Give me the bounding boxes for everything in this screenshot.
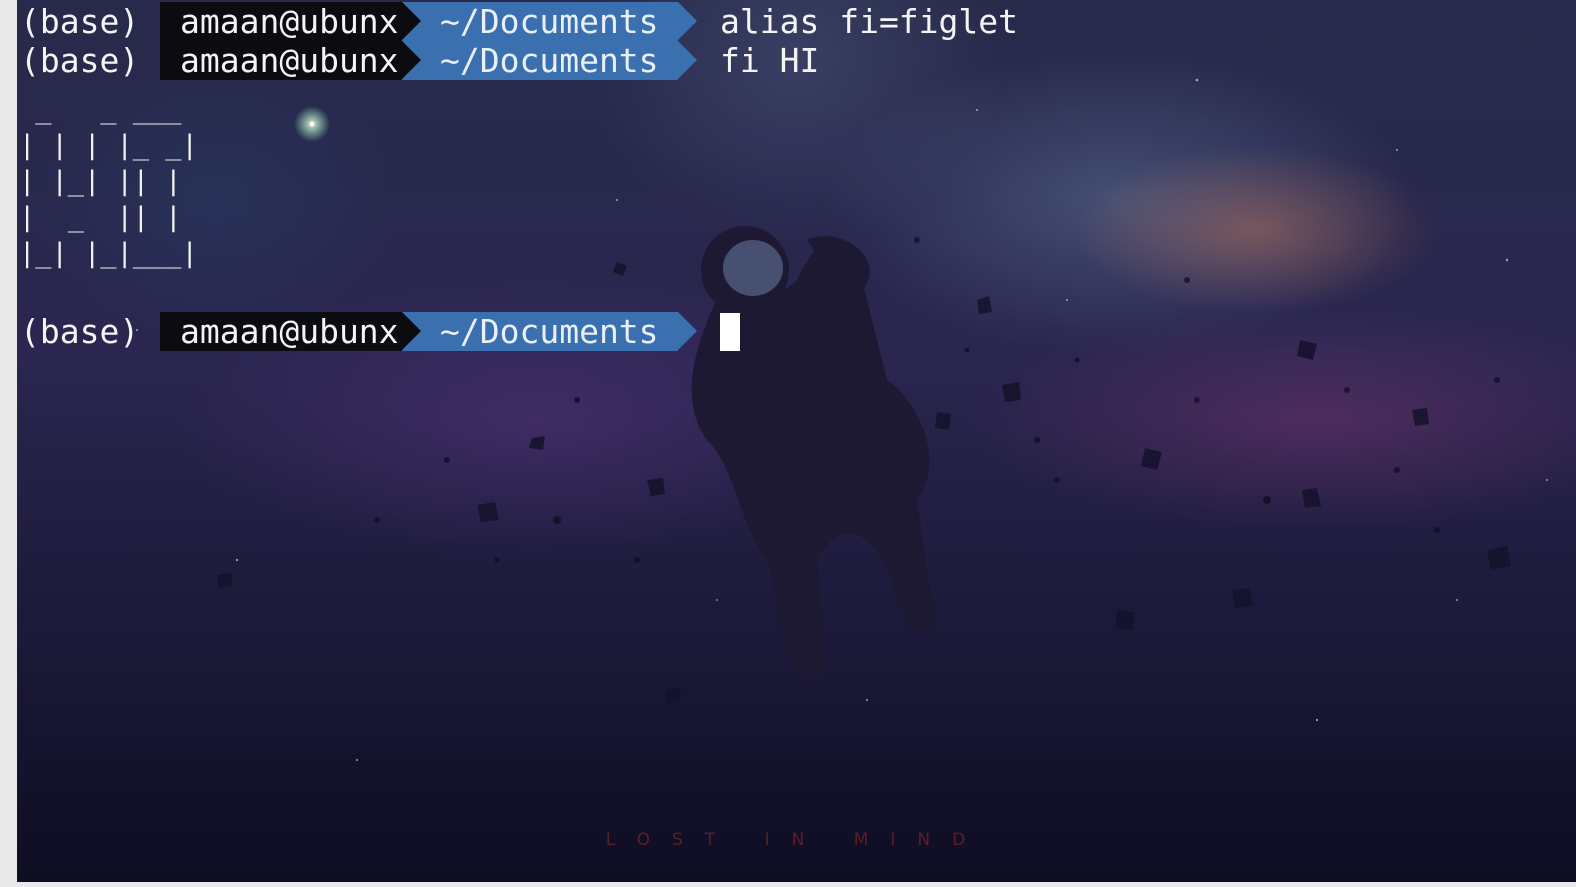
- history-line-2: (base) amaan@ubunx ~/Documents fi HI: [17, 41, 819, 80]
- command-text: fi HI: [720, 41, 820, 80]
- user-host-segment: amaan@ubunx: [160, 2, 421, 41]
- conda-env-label: (base): [20, 312, 140, 351]
- user-host-segment: amaan@ubunx: [160, 312, 421, 351]
- directory-segment: ~/Documents: [402, 41, 697, 80]
- history-line-1: (base) amaan@ubunx ~/Documents alias fi=…: [17, 2, 1018, 41]
- active-prompt-line[interactable]: (base) amaan@ubunx ~/Documents: [17, 312, 740, 351]
- astronaut-figure: [691, 226, 936, 681]
- directory-segment: ~/Documents: [402, 2, 697, 41]
- user-host-segment: amaan@ubunx: [160, 41, 421, 80]
- space-wallpaper: [136, 58, 1548, 761]
- directory-segment: ~/Documents: [402, 312, 697, 351]
- conda-env-label: (base): [20, 2, 140, 41]
- command-text: alias fi=figlet: [720, 2, 1019, 41]
- text-cursor[interactable]: [720, 312, 740, 351]
- conda-env-label: (base): [20, 41, 140, 80]
- figlet-ascii-output: _ _ ___ | | | |_ _| | |_| || | | _ || | …: [19, 94, 198, 269]
- wallpaper-caption: LOST IN MIND: [605, 830, 988, 850]
- terminal-window[interactable]: (base) amaan@ubunx ~/Documents alias fi=…: [17, 0, 1576, 882]
